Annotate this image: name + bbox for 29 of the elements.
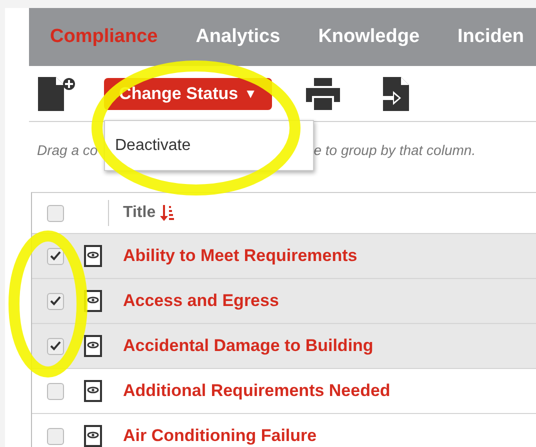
group-hint: e to group by that column. <box>314 142 476 158</box>
column-header[interactable]: Title <box>123 204 156 222</box>
checkbox[interactable] <box>47 292 64 310</box>
row-title-link[interactable]: Access and Egress <box>123 291 279 311</box>
row-title-link[interactable]: Air Conditioning Failure <box>123 426 317 446</box>
view-icon[interactable] <box>84 335 102 357</box>
view-icon[interactable] <box>84 425 102 447</box>
checkbox[interactable] <box>47 382 64 400</box>
checkbox[interactable] <box>47 248 64 264</box>
sort-icon[interactable] <box>160 205 174 221</box>
table-row[interactable]: Ability to Meet Requirements <box>32 234 536 279</box>
view-icon[interactable] <box>84 245 102 267</box>
printer-icon[interactable] <box>306 78 340 110</box>
table-row[interactable]: Access and Egress <box>32 279 536 324</box>
nav-tab[interactable]: Knowledge <box>318 26 420 48</box>
checkbox[interactable] <box>47 338 64 354</box>
nav-tab[interactable]: Analytics <box>196 26 280 48</box>
group-hint: Drag a co <box>37 142 98 158</box>
nav-tab[interactable]: Inciden <box>458 26 524 48</box>
checkbox[interactable] <box>47 204 64 222</box>
new-document-icon[interactable] <box>38 76 76 110</box>
view-icon[interactable] <box>84 380 102 402</box>
row-title-link[interactable]: Ability to Meet Requirements <box>123 246 358 266</box>
menu-item[interactable]: Deactivate <box>105 136 191 154</box>
export-icon[interactable] <box>380 76 411 110</box>
checkbox[interactable] <box>47 428 64 444</box>
table-row[interactable]: Accidental Damage to Building <box>32 324 536 369</box>
row-title-link[interactable]: Accidental Damage to Building <box>123 336 374 356</box>
row-title-link[interactable]: Additional Requirements Needed <box>123 381 390 401</box>
